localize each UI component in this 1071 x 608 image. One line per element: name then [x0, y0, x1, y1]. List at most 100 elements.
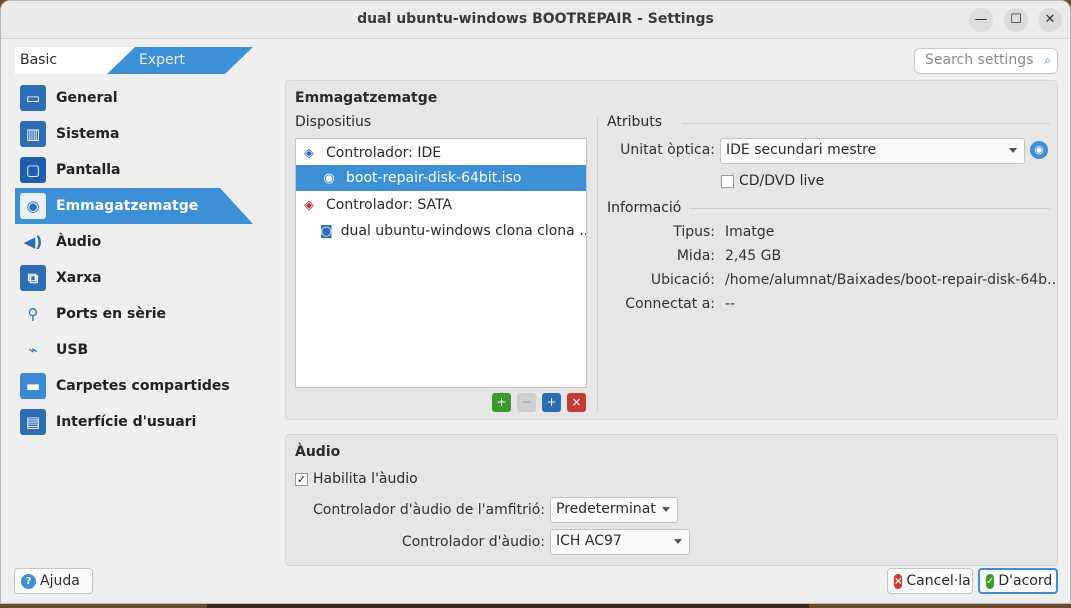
sidebar-item-label: Emmagatzematge	[56, 198, 199, 214]
attached-to-label: Connectat a:	[625, 296, 715, 312]
sidebar-item-system[interactable]: ▥ Sistema	[15, 116, 255, 152]
live-cd-label: CD/DVD live	[739, 173, 825, 189]
audio-controller-label: Controlador d'àudio:	[401, 534, 545, 550]
sata-controller-icon: ◈	[304, 197, 314, 213]
information-label: Informació	[607, 200, 682, 216]
sidebar-item-label: General	[56, 90, 118, 106]
tree-item-sata-controller[interactable]: ◈ Controlador: SATA	[296, 192, 586, 218]
maximize-button[interactable]: ☐	[1004, 8, 1028, 32]
help-icon: ?	[21, 573, 36, 589]
chevron-down-icon	[662, 507, 670, 512]
sidebar-item-display[interactable]: ▢ Pantalla	[15, 152, 255, 188]
search-input[interactable]: Search settings ⌕	[914, 48, 1058, 74]
remove-controller-icon[interactable]: −	[517, 393, 536, 412]
storage-title: Emmagatzematge	[295, 90, 438, 106]
choose-disk-icon[interactable]: ◉	[1030, 141, 1048, 159]
sidebar-item-label: Pantalla	[56, 162, 121, 178]
sidebar-item-usb[interactable]: ⌁ USB	[15, 332, 255, 368]
sidebar-item-shared-folders[interactable]: ▬ Carpetes compartides	[15, 368, 255, 404]
sidebar-item-label: Carpetes compartides	[56, 378, 230, 394]
size-label: Mida:	[676, 248, 715, 264]
attributes-label: Atributs	[607, 114, 663, 130]
sidebar-item-storage[interactable]: ◉ Emmagatzematge	[15, 188, 255, 224]
search-icon: ⌕	[1044, 53, 1051, 67]
devices-toolbar: + − + ×	[492, 393, 586, 412]
tree-item-label: dual ubuntu-windows clona clona ...	[340, 223, 586, 239]
type-value: Imatge	[725, 224, 775, 240]
tree-item-hard-disk[interactable]: ◙ dual ubuntu-windows clona clona ...	[296, 218, 586, 244]
enable-audio-checkbox[interactable]: ✓	[295, 473, 308, 486]
storage-icon: ◉	[20, 193, 46, 219]
ok-icon: ✓	[986, 573, 995, 589]
sidebar-item-user-interface[interactable]: ▤ Interfície d'usuari	[15, 404, 255, 440]
sidebar-item-label: Sistema	[56, 126, 120, 142]
sidebar-item-label: Interfície d'usuari	[56, 414, 197, 430]
sidebar-item-label: USB	[56, 342, 89, 358]
sidebar-item-label: Ports en sèrie	[56, 306, 167, 322]
optical-drive-select[interactable]: IDE secundari mestre	[720, 138, 1025, 164]
title-bar: dual ubuntu-windows BOOTREPAIR - Setting…	[1, 1, 1070, 39]
cancel-button-label: Cancel·la	[906, 573, 971, 589]
host-audio-driver-label: Controlador d'àudio de l'amfitrió:	[313, 502, 545, 518]
live-cd-checkbox[interactable]	[721, 175, 734, 188]
sidebar-item-label: Àudio	[56, 234, 102, 250]
hard-disk-icon: ◙	[320, 223, 333, 239]
sidebar-item-serial-ports[interactable]: ⚲ Ports en sèrie	[15, 296, 255, 332]
sidebar-item-label: Xarxa	[56, 270, 102, 286]
add-attachment-icon[interactable]: +	[542, 393, 561, 412]
help-button[interactable]: ? Ajuda	[14, 568, 93, 594]
tree-item-boot-iso[interactable]: ◉ boot-repair-disk-64bit.iso	[296, 165, 586, 191]
usb-icon: ⌁	[28, 341, 38, 359]
remove-attachment-icon[interactable]: ×	[567, 393, 586, 412]
sidebar-item-general[interactable]: ▭ General	[15, 80, 255, 116]
cancel-button[interactable]: × Cancel·la	[887, 568, 973, 594]
optical-disc-icon: ◉	[323, 170, 335, 186]
help-button-label: Ajuda	[40, 573, 80, 589]
ok-button[interactable]: ✓ D'acord	[978, 568, 1058, 594]
mode-switch: Basic Expert	[15, 47, 253, 74]
optical-drive-value: IDE secundari mestre	[726, 142, 877, 158]
tree-item-label: Controlador: IDE	[326, 145, 442, 161]
close-window-button[interactable]: ✕	[1038, 8, 1062, 32]
devices-tree: ◈ Controlador: IDE ◉ boot-repair-disk-64…	[295, 138, 587, 388]
window-title: dual ubuntu-windows BOOTREPAIR - Setting…	[357, 11, 714, 27]
minimize-button[interactable]: —	[969, 8, 993, 32]
sidebar-item-audio[interactable]: ◀) Àudio	[15, 224, 255, 260]
host-audio-driver-value: Predeterminat	[556, 501, 656, 517]
attached-to-value: --	[725, 296, 736, 312]
settings-window: dual ubuntu-windows BOOTREPAIR - Setting…	[0, 0, 1071, 604]
chevron-down-icon	[674, 539, 682, 544]
information-divider	[690, 208, 1050, 209]
type-label: Tipus:	[673, 224, 715, 240]
audio-controller-select[interactable]: ICH AC97	[550, 529, 690, 555]
background-window-strip	[207, 604, 809, 608]
system-icon: ▥	[20, 121, 46, 147]
user-interface-icon: ▤	[20, 409, 46, 435]
location-value: /home/alumnat/Baixades/boot-repair-disk-…	[725, 272, 1055, 288]
size-value: 2,45 GB	[725, 248, 782, 264]
audio-icon: ◀)	[23, 233, 43, 251]
tree-item-ide-controller[interactable]: ◈ Controlador: IDE	[296, 140, 586, 166]
cancel-icon: ×	[894, 573, 903, 589]
chevron-down-icon	[1009, 148, 1017, 153]
sidebar: ▭ General ▥ Sistema ▢ Pantalla ◉ Emmagat…	[15, 80, 255, 440]
serial-ports-icon: ⚲	[27, 305, 39, 323]
audio-panel: Àudio ✓ Habilita l'àudio Controlador d'à…	[285, 434, 1058, 566]
attributes-divider	[682, 123, 1050, 124]
panel-divider	[597, 117, 598, 412]
display-icon: ▢	[20, 157, 46, 183]
network-icon: ⧉	[20, 265, 46, 291]
audio-controller-value: ICH AC97	[556, 533, 622, 549]
sidebar-item-network[interactable]: ⧉ Xarxa	[15, 260, 255, 296]
location-label: Ubicació:	[650, 272, 715, 288]
shared-folders-icon: ▬	[20, 373, 46, 399]
optical-drive-label: Unitat òptica:	[620, 142, 715, 158]
tree-item-label: boot-repair-disk-64bit.iso	[346, 170, 522, 186]
add-controller-icon[interactable]: +	[492, 393, 511, 412]
host-audio-driver-select[interactable]: Predeterminat	[550, 497, 678, 523]
tree-item-label: Controlador: SATA	[326, 197, 452, 213]
audio-title: Àudio	[295, 444, 341, 460]
ok-button-label: D'acord	[998, 573, 1053, 589]
enable-audio-label: Habilita l'àudio	[313, 471, 418, 487]
devices-label: Dispositius	[295, 114, 372, 130]
